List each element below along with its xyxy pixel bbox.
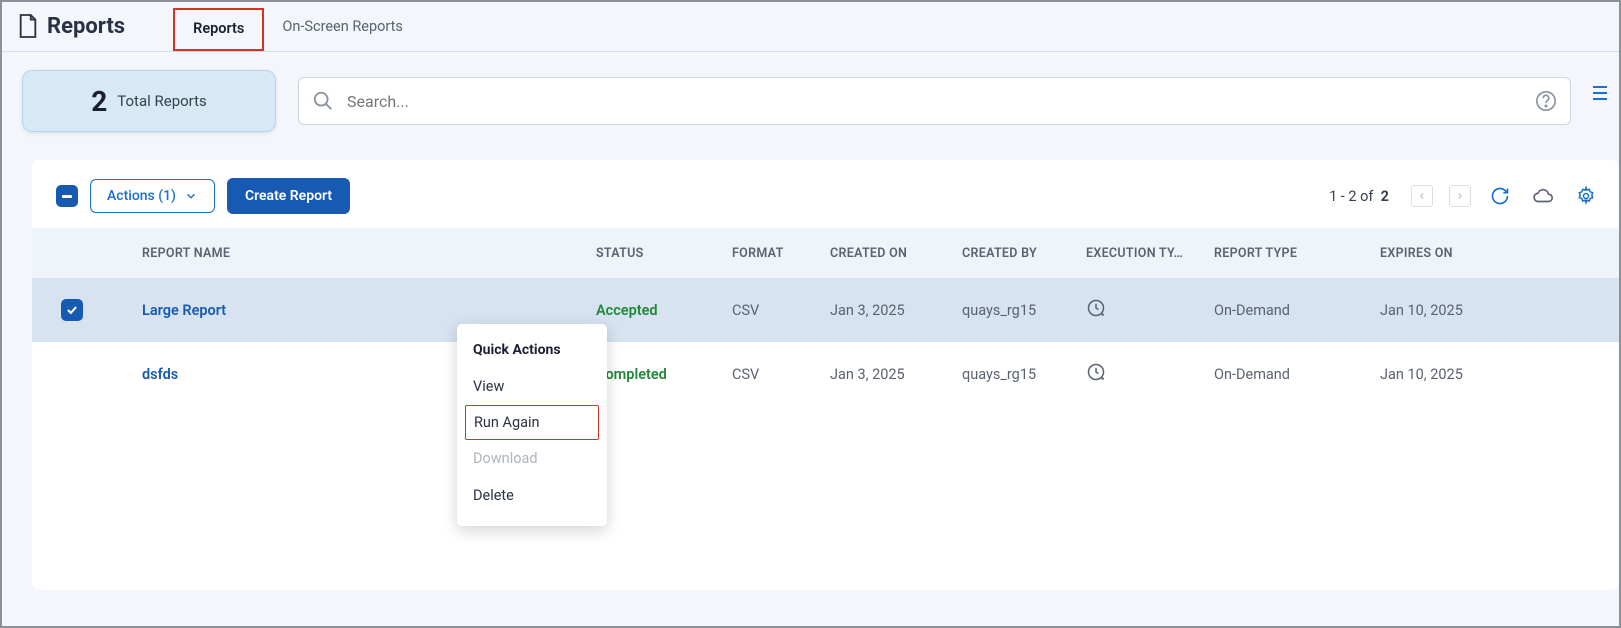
chevron-down-icon [184,189,198,203]
col-created-by[interactable]: CREATED BY [962,246,1086,261]
search-icon [312,90,334,112]
status-value: Completed [596,366,732,383]
search-wrap [298,77,1571,125]
create-report-button[interactable]: Create Report [227,178,350,214]
panel-toggle-icon[interactable] [1593,70,1611,100]
total-count: 2 [91,85,107,118]
col-execution-type[interactable]: EXECUTION TY… [1086,246,1214,261]
col-status[interactable]: STATUS [596,246,732,261]
status-value: Accepted [596,302,732,319]
row-checkbox[interactable] [52,299,92,321]
report-type-value: On-Demand [1214,366,1380,383]
tab-onscreen-reports[interactable]: On-Screen Reports [264,8,420,51]
created-by-value: quays_rg15 [962,302,1086,319]
page-title: Reports [47,14,125,39]
menu-item-run-again[interactable]: Run Again [465,405,599,440]
format-value: CSV [732,366,830,383]
format-value: CSV [732,302,830,319]
tabs: Reports On-Screen Reports [173,8,421,51]
expires-on-value: Jan 10, 2025 [1380,366,1530,383]
expires-on-value: Jan 10, 2025 [1380,302,1530,319]
col-report-name[interactable]: REPORT NAME [92,246,596,261]
document-icon [17,13,39,39]
help-icon[interactable] [1535,90,1557,112]
actions-button[interactable]: Actions (1) [90,179,215,213]
col-expires-on[interactable]: EXPIRES ON [1380,246,1530,261]
actions-label: Actions (1) [107,188,176,204]
context-menu-title: Quick Actions [457,336,607,368]
cloud-icon[interactable] [1532,185,1554,207]
table-controls: Actions (1) Create Report 1 - 2 of 2 [32,178,1619,228]
clock-icon [1086,298,1106,318]
created-on-value: Jan 3, 2025 [830,366,962,383]
menu-item-view[interactable]: View [457,368,607,405]
search-input[interactable] [298,77,1571,125]
quick-actions-menu: Quick Actions View Run Again Download De… [457,324,607,526]
page-title-wrap: Reports [17,13,125,51]
toolbar-row: 2 Total Reports [2,52,1619,150]
col-report-type[interactable]: REPORT TYPE [1214,246,1380,261]
table-row[interactable]: dsfds Completed CSV Jan 3, 2025 quays_rg… [32,342,1619,406]
clock-icon [1086,362,1106,382]
execution-type-value [1086,362,1214,386]
created-by-value: quays_rg15 [962,366,1086,383]
created-on-value: Jan 3, 2025 [830,302,962,319]
prev-page-button[interactable] [1411,185,1433,207]
col-created-on[interactable]: CREATED ON [830,246,962,261]
execution-type-value [1086,298,1214,322]
refresh-icon[interactable] [1490,186,1510,206]
table-card: Actions (1) Create Report 1 - 2 of 2 REP… [32,160,1619,590]
menu-item-delete[interactable]: Delete [457,477,607,514]
settings-icon[interactable] [1576,186,1596,206]
report-type-value: On-Demand [1214,302,1380,319]
total-reports-card[interactable]: 2 Total Reports [22,70,276,132]
table-row[interactable]: Large Report Accepted CSV Jan 3, 2025 qu… [32,278,1619,342]
next-page-button[interactable] [1449,185,1471,207]
pagination-text: 1 - 2 of 2 [1329,188,1389,205]
row-checkbox[interactable] [52,363,92,385]
total-label: Total Reports [117,92,207,110]
report-name-link[interactable]: Large Report [92,302,596,319]
col-format[interactable]: FORMAT [732,246,830,261]
table-header: REPORT NAME STATUS FORMAT CREATED ON CRE… [32,228,1619,278]
tab-reports[interactable]: Reports [173,8,264,51]
page-header: Reports Reports On-Screen Reports [2,2,1619,52]
menu-item-download: Download [457,440,607,477]
select-all-checkbox[interactable] [56,185,78,207]
